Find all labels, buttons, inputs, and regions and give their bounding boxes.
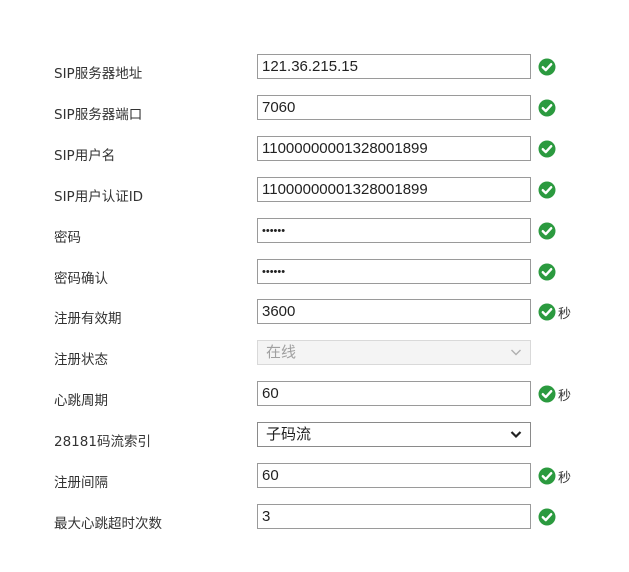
- registration-status-label: 注册状态: [54, 352, 108, 368]
- heartbeat-period-input[interactable]: [257, 381, 531, 406]
- sip-auth-id-input[interactable]: [257, 177, 531, 202]
- heartbeat-period-label: 心跳周期: [54, 393, 108, 409]
- password-input[interactable]: [257, 218, 531, 243]
- max-heartbeat-timeout-input[interactable]: [257, 504, 531, 529]
- stream-index-select[interactable]: 子码流: [257, 422, 531, 447]
- password-row: 密码: [0, 214, 629, 255]
- check-circle-icon: [538, 467, 556, 485]
- registration-status-row: 注册状态 在线: [0, 336, 629, 377]
- max-heartbeat-timeout-row: 最大心跳超时次数: [0, 500, 629, 541]
- max-heartbeat-timeout-label: 最大心跳超时次数: [54, 516, 162, 532]
- sip-auth-id-row: SIP用户认证ID: [0, 173, 629, 214]
- check-circle-icon: [538, 181, 556, 199]
- sip-server-port-input[interactable]: [257, 95, 531, 120]
- check-circle-icon: [538, 222, 556, 240]
- stream-index-label: 28181码流索引: [54, 434, 151, 450]
- registration-status-value: 在线: [266, 343, 297, 361]
- check-circle-icon: [538, 99, 556, 117]
- password-confirm-input[interactable]: [257, 259, 531, 284]
- chevron-down-icon[interactable]: [510, 348, 522, 357]
- check-circle-icon: [538, 508, 556, 526]
- sip-server-port-label: SIP服务器端口: [54, 107, 143, 123]
- sip-username-label: SIP用户名: [54, 148, 116, 164]
- sip-server-address-input[interactable]: [257, 54, 531, 79]
- heartbeat-period-unit: 秒: [558, 389, 572, 404]
- password-label: 密码: [54, 230, 81, 246]
- registration-validity-unit: 秒: [558, 307, 572, 322]
- check-circle-icon: [538, 385, 556, 403]
- chevron-down-icon[interactable]: [510, 430, 522, 439]
- registration-interval-unit: 秒: [558, 471, 572, 486]
- check-circle-icon: [538, 58, 556, 76]
- sip-username-row: SIP用户名: [0, 132, 629, 173]
- sip-server-address-row: SIP服务器地址: [0, 50, 629, 91]
- registration-interval-row: 注册间隔 秒: [0, 459, 629, 500]
- registration-validity-input[interactable]: [257, 299, 531, 324]
- registration-status-select: 在线: [257, 340, 531, 365]
- sip-settings-form: SIP服务器地址 SIP服务器端口 SIP用户名 SIP用户认证ID 密码密码确认注册有…: [0, 0, 629, 572]
- check-circle-icon: [538, 140, 556, 158]
- sip-username-input[interactable]: [257, 136, 531, 161]
- sip-auth-id-label: SIP用户认证ID: [54, 189, 144, 205]
- sip-server-address-label: SIP服务器地址: [54, 66, 143, 82]
- sip-server-port-row: SIP服务器端口: [0, 91, 629, 132]
- check-circle-icon: [538, 263, 556, 281]
- registration-interval-input[interactable]: [257, 463, 531, 488]
- stream-index-value: 子码流: [266, 425, 312, 443]
- registration-interval-label: 注册间隔: [54, 475, 108, 491]
- heartbeat-period-row: 心跳周期 秒: [0, 377, 629, 418]
- registration-validity-label: 注册有效期: [54, 311, 122, 327]
- password-confirm-label: 密码确认: [54, 271, 108, 287]
- check-circle-icon: [538, 303, 556, 321]
- password-confirm-row: 密码确认: [0, 255, 629, 296]
- registration-validity-row: 注册有效期 秒: [0, 295, 629, 336]
- stream-index-row: 28181码流索引 子码流: [0, 418, 629, 459]
